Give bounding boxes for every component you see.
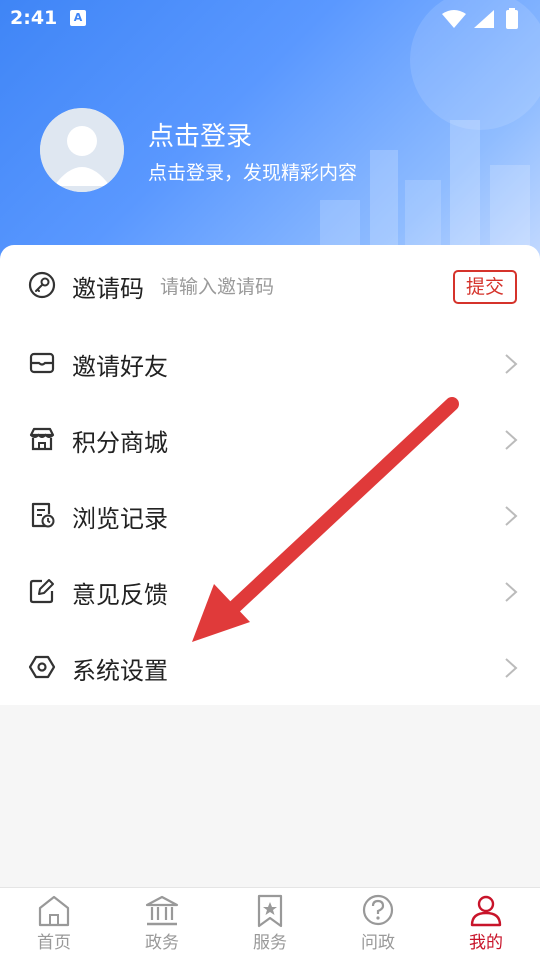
- invite-code-row: 邀请码 提交: [0, 247, 540, 323]
- key-icon: [28, 271, 56, 299]
- chevron-right-icon: [505, 658, 518, 678]
- menu-item-label: 积分商城: [72, 429, 168, 457]
- nav-item-mine[interactable]: 我的: [432, 888, 540, 961]
- nav-label: 首页: [37, 933, 71, 953]
- submit-button[interactable]: 提交: [453, 270, 517, 304]
- menu-item-invite-friends[interactable]: 邀请好友: [0, 325, 540, 401]
- nav-item-government[interactable]: 政务: [108, 888, 216, 961]
- signal-icon: [474, 10, 494, 28]
- wifi-icon: [442, 10, 466, 28]
- nav-label: 我的: [469, 933, 503, 953]
- nav-label: 政务: [145, 933, 179, 953]
- status-bar: 2:41 A: [0, 0, 540, 38]
- login-title[interactable]: 点击登录: [148, 116, 252, 153]
- nav-item-service[interactable]: 服务: [216, 888, 324, 961]
- mail-icon: [29, 352, 55, 374]
- store-icon: [29, 427, 55, 451]
- menu-card: 邀请码 提交 邀请好友 积分商城: [0, 245, 540, 705]
- invite-code-label: 邀请码: [72, 275, 144, 303]
- nav-label: 问政: [361, 933, 395, 953]
- edit-icon: [29, 579, 54, 604]
- government-icon: [145, 895, 179, 926]
- status-icons: [440, 8, 530, 35]
- invite-code-input[interactable]: [160, 273, 400, 301]
- settings-icon: [28, 655, 56, 679]
- menu-item-label: 系统设置: [72, 657, 168, 685]
- menu-item-feedback[interactable]: 意见反馈: [0, 553, 540, 629]
- battery-icon: [506, 10, 518, 29]
- nav-item-inquiry[interactable]: 问政: [324, 888, 432, 961]
- chevron-right-icon: [505, 582, 518, 602]
- bookmark-star-icon: [257, 894, 283, 928]
- home-icon: [38, 895, 70, 927]
- menu-item-label: 浏览记录: [72, 505, 168, 533]
- menu-item-history[interactable]: 浏览记录: [0, 477, 540, 553]
- avatar[interactable]: [40, 108, 124, 192]
- nav-item-home[interactable]: 首页: [0, 888, 108, 961]
- nav-label: 服务: [253, 933, 287, 953]
- chevron-right-icon: [505, 506, 518, 526]
- menu-item-label: 邀请好友: [72, 353, 168, 381]
- login-subtitle: 点击登录，发现精彩内容: [148, 162, 358, 184]
- question-icon: [362, 894, 394, 926]
- chevron-right-icon: [505, 430, 518, 450]
- status-time: 2:41: [10, 7, 58, 29]
- bottom-nav: 首页 政务 服务 问政 我的: [0, 887, 540, 961]
- history-icon: [31, 502, 55, 528]
- menu-item-settings[interactable]: 系统设置: [0, 629, 540, 705]
- user-icon: [470, 895, 502, 927]
- menu-item-points-mall[interactable]: 积分商城: [0, 401, 540, 477]
- default-avatar-icon: [40, 108, 124, 192]
- notification-icon: A: [70, 10, 86, 26]
- menu-item-label: 意见反馈: [72, 581, 168, 609]
- chevron-right-icon: [505, 354, 518, 374]
